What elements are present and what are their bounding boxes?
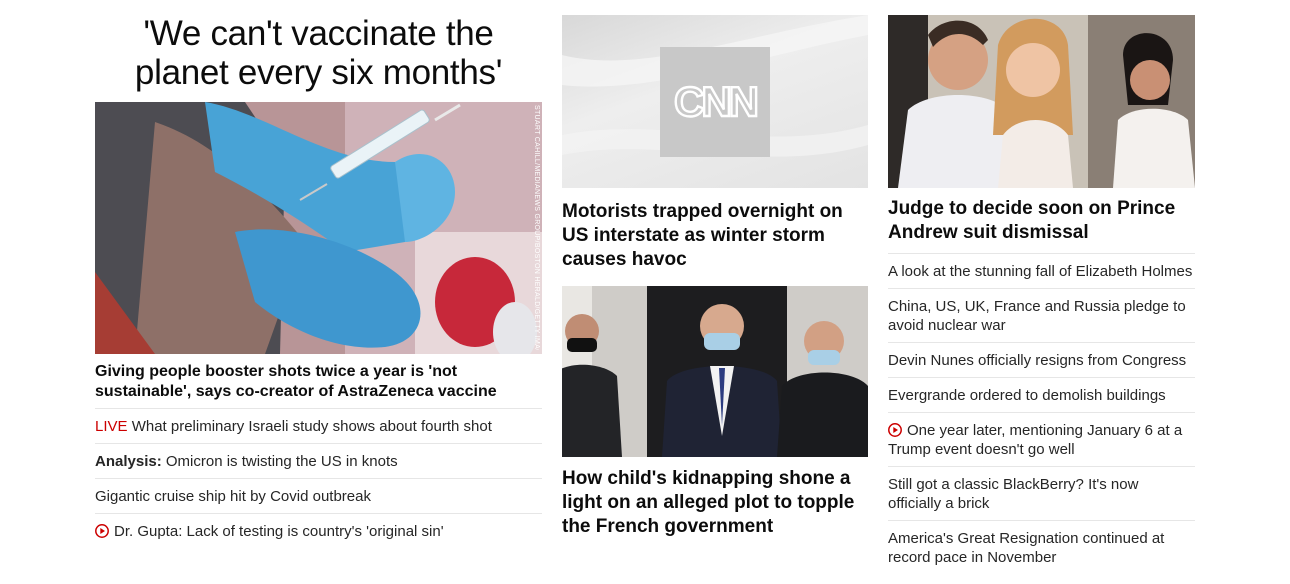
analysis-label: Analysis: [95,453,162,470]
list-item[interactable]: One year later, mentioning January 6 at … [888,412,1195,466]
cnn-logo-text: CNN [674,78,757,125]
list-item[interactable]: A look at the stunning fall of Elizabeth… [888,253,1195,288]
vaccine-photo[interactable]: Stuart Cahill/MediaNews Group/Boston Her… [95,102,542,354]
kidnapping-photo[interactable] [562,286,868,457]
list-item-text: Still got a classic BlackBerry? It's now… [888,476,1139,512]
list-item[interactable]: Devin Nunes officially resigns from Cong… [888,342,1195,377]
play-icon [95,524,109,538]
kidnapping-illustration [562,286,868,457]
lead-story-column: 'We can't vaccinate the planet every six… [95,0,542,548]
list-item-text: What preliminary Israeli study shows abo… [131,418,492,435]
related-links-list: LIVE What preliminary Israeli study show… [95,408,542,548]
right-column: Judge to decide soon on Prince Andrew su… [888,0,1195,574]
list-item-text: Evergrande ordered to demolish buildings [888,387,1166,404]
photo-credit: Stuart Cahill/MediaNews Group/Boston Her… [533,105,540,350]
prince-andrew-headline[interactable]: Judge to decide soon on Prince Andrew su… [888,197,1195,245]
list-item-text: Gigantic cruise ship hit by Covid outbre… [95,488,371,505]
list-item-text: Dr. Gupta: Lack of testing is country's … [114,523,444,540]
cnn-logo-panel: CNN [562,15,868,157]
list-item[interactable]: Analysis: Omicron is twisting the US in … [95,443,542,478]
list-item[interactable]: Evergrande ordered to demolish buildings [888,377,1195,412]
live-label: LIVE [95,418,128,435]
kidnapping-headline[interactable]: How child's kidnapping shone a light on … [562,467,868,539]
lead-caption[interactable]: Giving people booster shots twice a year… [95,362,542,402]
list-item-text: America's Great Resignation continued at… [888,530,1165,566]
list-item-text: Omicron is twisting the US in knots [165,453,398,470]
list-item[interactable]: Still got a classic BlackBerry? It's now… [888,466,1195,520]
prince-andrew-photo[interactable] [888,15,1195,188]
play-icon [888,423,902,437]
list-item[interactable]: America's Great Resignation continued at… [888,520,1195,574]
list-item-text: China, US, UK, France and Russia pledge … [888,298,1186,334]
list-item[interactable]: Gigantic cruise ship hit by Covid outbre… [95,478,542,513]
list-item-text: A look at the stunning fall of Elizabeth… [888,263,1193,280]
list-item-text: Devin Nunes officially resigns from Cong… [888,352,1187,369]
prince-andrew-illustration [888,15,1195,188]
list-item-text: One year later, mentioning January 6 at … [888,422,1183,458]
cnn-placeholder-image[interactable]: CNN [562,15,868,188]
list-item[interactable]: LIVE What preliminary Israeli study show… [95,408,542,443]
list-item[interactable]: Dr. Gupta: Lack of testing is country's … [95,513,542,548]
list-item[interactable]: China, US, UK, France and Russia pledge … [888,288,1195,342]
lead-headline[interactable]: 'We can't vaccinate the planet every six… [95,14,542,92]
middle-column: CNN Motorists trapped overnight on US in… [562,0,868,539]
right-links-list: A look at the stunning fall of Elizabeth… [888,253,1195,574]
vaccine-illustration [95,102,542,354]
motorists-headline[interactable]: Motorists trapped overnight on US inters… [562,200,868,272]
